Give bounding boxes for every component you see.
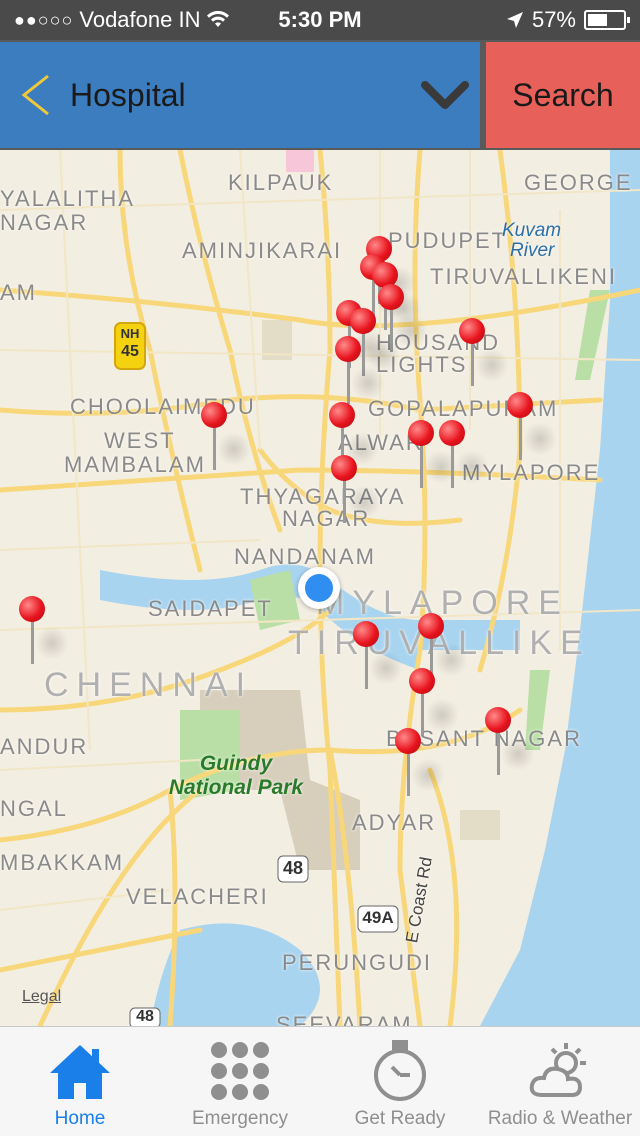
map-label-seevaram: SEEVARAM	[276, 1012, 413, 1026]
map-label-west: WEST	[104, 428, 176, 453]
battery-icon	[584, 10, 630, 30]
map-label-guindy: Guindy	[199, 752, 273, 775]
hospital-pin[interactable]	[395, 728, 445, 798]
nh-label: NH	[120, 326, 140, 341]
grid-dots-icon	[207, 1038, 273, 1104]
chevron-down-icon[interactable]	[410, 42, 480, 148]
map-label-nagar: NAGAR	[0, 210, 89, 235]
tab-emergency-label: Emergency	[191, 1108, 289, 1129]
battery-percent: 57%	[531, 7, 576, 32]
map-label-perungudi: PERUNGUDI	[282, 950, 433, 975]
map-label-choolaimedu: CHOOLAIMEDU	[70, 394, 256, 419]
map-label-pudupet: PUDUPET	[388, 228, 508, 253]
tab-home[interactable]: Home	[0, 1027, 160, 1136]
map-label-aminjikarai: AMINJIKARAI	[182, 238, 343, 263]
tab-radio-weather[interactable]: Radio & Weather	[480, 1027, 640, 1136]
search-button[interactable]: Search	[486, 42, 640, 148]
category-selector[interactable]: Hospital	[0, 42, 480, 148]
hospital-pin[interactable]	[485, 707, 535, 777]
hospital-pin[interactable]	[408, 420, 458, 490]
map-label-nandanam: NANDANAM	[234, 544, 376, 569]
map-view[interactable]: KILPAUK GEORGE YALALITHA NAGAR AMINJIKAR…	[0, 150, 640, 1026]
map-label-tiruvallikeni: TIRUVALLIKENI	[430, 264, 617, 289]
location-arrow-icon	[506, 12, 523, 28]
hospital-pin[interactable]	[19, 596, 69, 666]
hospital-pin[interactable]	[335, 336, 385, 406]
route-48-shield-south: 48	[136, 1008, 154, 1025]
route-49a-shield: 49A	[362, 908, 394, 927]
signal-strength-icon: ●●○○○	[14, 9, 74, 30]
map-label-andur: ANDUR	[0, 734, 89, 759]
map-label-jayalalitha: YALALITHA	[0, 186, 135, 211]
top-bar: Hospital Search	[0, 40, 640, 150]
map-label-chennai: CHENNAI	[44, 666, 254, 704]
battery-level	[588, 14, 608, 26]
home-icon	[47, 1038, 113, 1104]
nh-number: 45	[121, 343, 139, 360]
map-label-kuvam: Kuvam	[502, 220, 562, 241]
user-location-dot	[305, 574, 333, 602]
tab-emergency[interactable]: Emergency	[160, 1027, 320, 1136]
map-label-am: AM	[0, 280, 37, 305]
tab-bar: Home Emergency Get Ready Radio & Weather	[0, 1026, 640, 1136]
map-label-mbakkam: MBAKKAM	[0, 850, 125, 875]
map-label-george: GEORGE	[524, 170, 633, 195]
map-label-adyar: ADYAR	[352, 810, 437, 835]
carrier-info: ●●○○○ Vodafone IN	[14, 7, 230, 33]
status-bar: ●●○○○ Vodafone IN 5:30 PM 57%	[0, 0, 640, 40]
stopwatch-icon	[367, 1038, 433, 1104]
tab-home-label: Home	[54, 1108, 106, 1129]
wifi-icon	[207, 11, 230, 27]
legal-link[interactable]: Legal	[22, 988, 61, 1006]
carrier-name: Vodafone IN	[79, 7, 201, 32]
route-48-shield: 48	[282, 858, 304, 878]
hospital-pin[interactable]	[353, 621, 403, 691]
map-label-ngal: NGAL	[0, 796, 68, 821]
map-label-velacheri: VELACHERI	[126, 884, 269, 909]
hospital-pin[interactable]	[507, 392, 557, 462]
map-label-national-park: National Park	[168, 776, 304, 799]
cloud-sun-icon	[527, 1038, 593, 1104]
hospital-pin[interactable]	[201, 402, 251, 472]
hospital-pin[interactable]	[439, 420, 489, 490]
hospital-pin[interactable]	[459, 318, 509, 388]
back-chevron-icon[interactable]	[0, 42, 70, 148]
nh45-shield: NH 45	[115, 325, 145, 361]
map-label-river: River	[510, 240, 555, 261]
tab-get-ready-label: Get Ready	[354, 1108, 446, 1129]
tab-radio-weather-label: Radio & Weather	[487, 1108, 633, 1129]
category-label: Hospital	[70, 76, 186, 113]
user-location-marker	[298, 567, 340, 609]
tab-get-ready[interactable]: Get Ready	[320, 1027, 480, 1136]
map-label-mambalam: MAMBALAM	[64, 452, 206, 477]
map-label-kilpauk: KILPAUK	[228, 170, 334, 195]
hospital-pin[interactable]	[331, 455, 381, 525]
map-label-saidapet: SAIDAPET	[148, 596, 273, 621]
